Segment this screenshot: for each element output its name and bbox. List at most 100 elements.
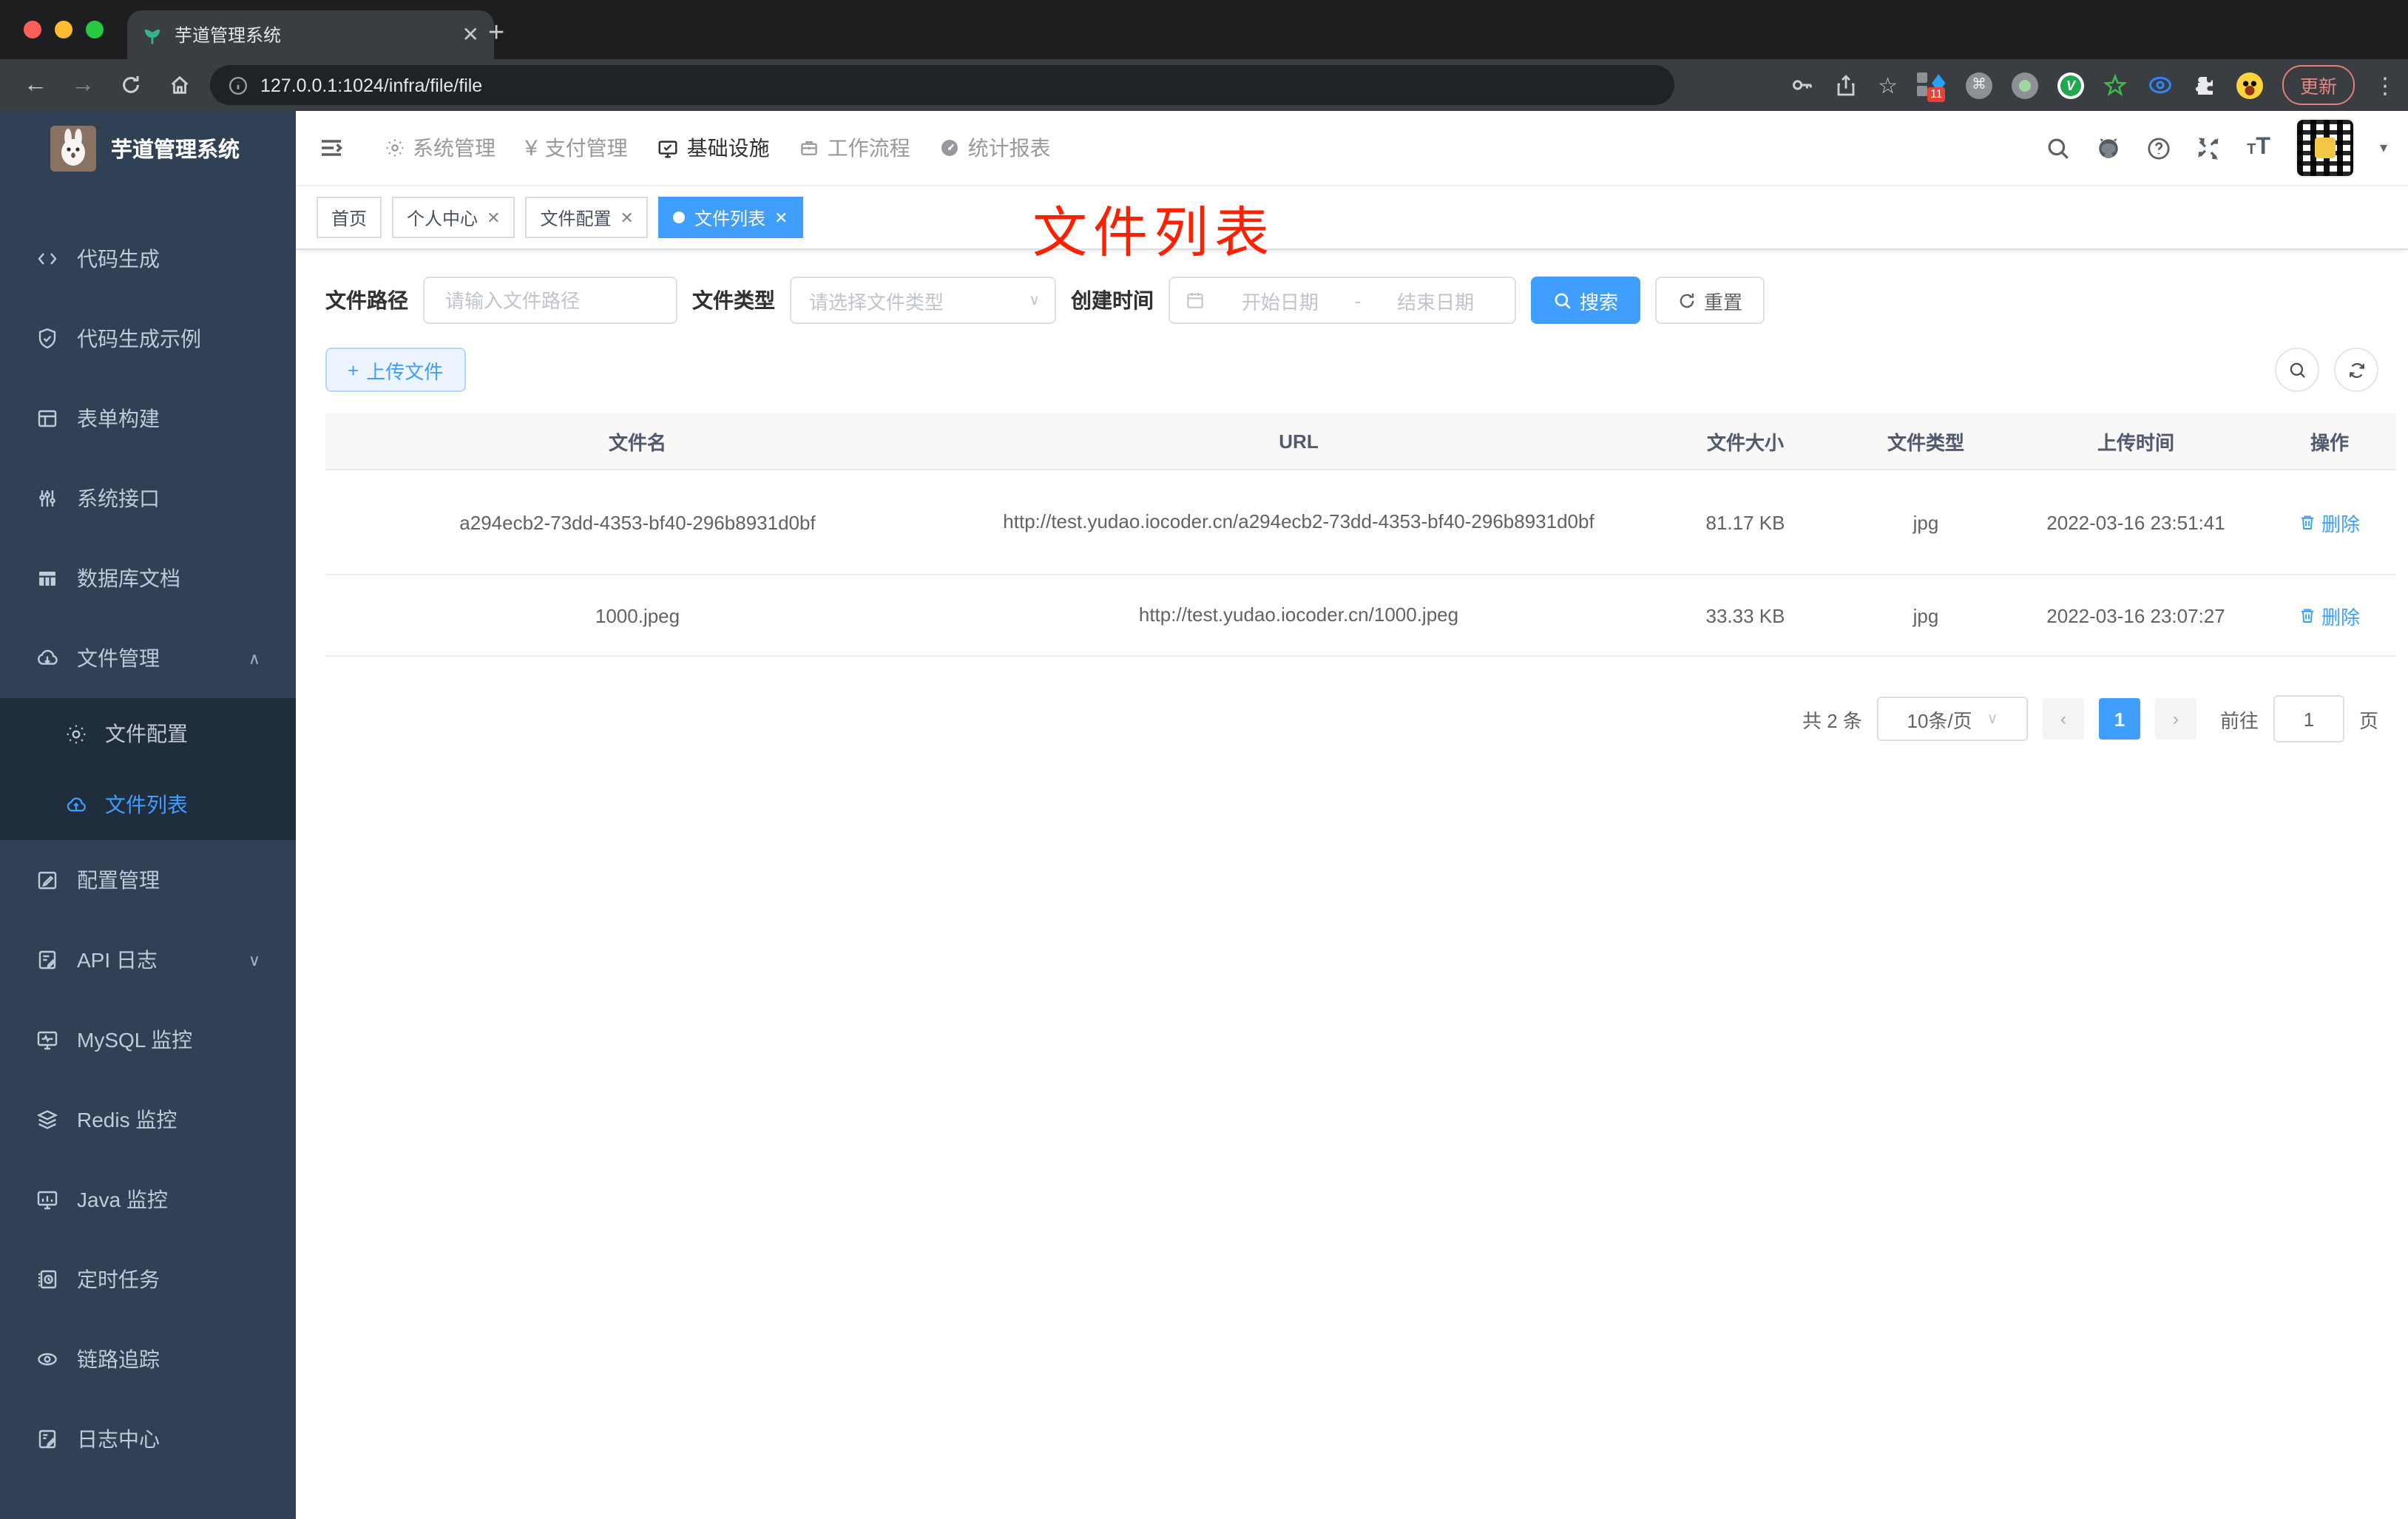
next-page-button[interactable]: › <box>2154 698 2196 740</box>
end-date-placeholder[interactable]: 结束日期 <box>1371 286 1500 314</box>
document-edit-icon <box>38 950 56 970</box>
tag-close-icon[interactable]: ✕ <box>620 208 634 227</box>
v-extension-icon[interactable]: V <box>2057 72 2084 98</box>
sidebar-item-db-doc[interactable]: 数据库文档 <box>0 538 296 618</box>
topnav-workflow[interactable]: 工作流程 <box>799 133 910 163</box>
sidebar-item-tracing[interactable]: 链路追踪 <box>0 1319 296 1399</box>
sidebar-item-scheduled-tasks[interactable]: 定时任务 <box>0 1239 296 1319</box>
font-size-icon[interactable]: TT <box>2247 135 2270 161</box>
window-controls[interactable] <box>24 21 104 38</box>
reset-button[interactable]: 重置 <box>1655 277 1765 324</box>
bookmark-star-icon[interactable]: ☆ <box>1878 72 1898 98</box>
fullscreen-icon[interactable] <box>2196 135 2222 160</box>
cell-url: http://test.yudao.iocoder.cn/a294ecb2-73… <box>950 470 1648 575</box>
delete-button[interactable]: 删除 <box>2299 601 2360 629</box>
browser-menu-icon[interactable]: ⋮ <box>2374 72 2396 98</box>
prev-page-button[interactable]: ‹ <box>2042 698 2084 740</box>
cell-actions: 删除 <box>2263 575 2396 657</box>
share-icon[interactable] <box>1833 72 1859 98</box>
cell-file-name: a294ecb2-73dd-4353-bf40-296b8931d0bf <box>325 470 950 575</box>
sidebar-logo[interactable]: 芋道管理系统 <box>0 111 296 185</box>
site-info-icon[interactable] <box>228 75 248 95</box>
tag-close-icon[interactable]: ✕ <box>774 208 788 227</box>
file-path-input-wrap <box>423 277 677 324</box>
sliders-icon <box>39 490 55 507</box>
address-bar[interactable]: 127.0.0.1:1024/infra/file/file <box>210 65 1674 105</box>
refresh-table-button[interactable] <box>2334 348 2378 392</box>
sidebar-item-label: 文件列表 <box>105 793 188 816</box>
file-path-input[interactable] <box>442 288 658 313</box>
command-extension-icon[interactable]: ⌘ <box>1965 72 1992 98</box>
goto-page-input[interactable] <box>2273 695 2344 742</box>
sidebar-item-system-api[interactable]: 系统接口 <box>0 459 296 538</box>
reload-icon[interactable] <box>118 72 143 98</box>
maximize-window-button[interactable] <box>86 21 104 38</box>
home-icon[interactable] <box>167 72 192 98</box>
forward-icon[interactable]: → <box>71 72 95 98</box>
tab-close-icon[interactable]: ✕ <box>462 22 479 47</box>
topnav-system-management[interactable]: 系统管理 <box>385 133 496 163</box>
page-1-button[interactable]: 1 <box>2098 698 2140 740</box>
sidebar-item-form-builder[interactable]: 表单构建 <box>0 379 296 459</box>
file-type-select[interactable]: 请选择文件类型 ∨ <box>790 277 1056 324</box>
browser-tab[interactable]: 芋道管理系统 ✕ <box>127 10 494 59</box>
help-icon[interactable] <box>2146 135 2171 160</box>
sidebar-item-log-center[interactable]: 日志中心 <box>0 1399 296 1479</box>
monitor-bars-icon <box>37 1191 58 1210</box>
puzzle-extension-icon[interactable] <box>2192 72 2217 98</box>
sidebar-item-java-monitor[interactable]: Java 监控 <box>0 1160 296 1239</box>
start-date-placeholder[interactable]: 开始日期 <box>1216 286 1345 314</box>
table-row: a294ecb2-73dd-4353-bf40-296b8931d0bf htt… <box>325 470 2396 575</box>
refresh-icon <box>2349 362 2364 377</box>
emoji-extension-icon[interactable] <box>2236 72 2263 98</box>
sidebar-item-label: 文件配置 <box>105 722 188 745</box>
password-key-icon[interactable] <box>1789 72 1814 98</box>
monitor-pulse-icon <box>37 1031 58 1050</box>
topnav-infrastructure[interactable]: 基础设施 <box>657 133 770 163</box>
avatar-dropdown-caret-icon[interactable]: ▾ <box>2380 140 2387 156</box>
minimize-window-button[interactable] <box>55 21 72 38</box>
dot-extension-icon[interactable] <box>2011 72 2038 98</box>
sidebar-item-code-generation[interactable]: 代码生成 <box>0 219 296 299</box>
tag-home[interactable]: 首页 <box>317 197 382 238</box>
user-avatar[interactable] <box>2295 118 2355 177</box>
sidebar-item-api-log[interactable]: API 日志 ∨ <box>0 920 296 1000</box>
yen-icon: ¥ <box>525 135 538 160</box>
tag-file-config[interactable]: 文件配置 ✕ <box>525 197 649 238</box>
search-icon <box>1555 292 1571 308</box>
calendar-icon <box>1187 293 1203 308</box>
search-button[interactable]: 搜索 <box>1531 277 1641 324</box>
delete-button[interactable]: 删除 <box>2299 508 2360 536</box>
tag-file-list[interactable]: 文件列表 ✕ <box>658 197 803 238</box>
update-button[interactable]: 更新 <box>2282 65 2355 105</box>
sidebar-item-file-config[interactable]: 文件配置 <box>0 698 296 769</box>
github-icon[interactable] <box>2096 135 2121 160</box>
back-icon[interactable]: ← <box>24 72 47 98</box>
sidebar-item-label: 数据库文档 <box>77 566 180 590</box>
topnav-statistics[interactable]: 统计报表 <box>940 133 1051 163</box>
date-range-picker[interactable]: 开始日期 - 结束日期 <box>1169 277 1516 324</box>
sidebar-item-redis-monitor[interactable]: Redis 监控 <box>0 1080 296 1160</box>
tag-close-icon[interactable]: ✕ <box>487 208 500 227</box>
log-edit-icon <box>38 1430 56 1449</box>
sidebar-item-mysql-monitor[interactable]: MySQL 监控 <box>0 1000 296 1080</box>
extension-grid-icon[interactable]: ◆ 11 <box>1916 67 1947 101</box>
sidebar-item-code-example[interactable]: 代码生成示例 <box>0 299 296 379</box>
sidebar-item-file-list[interactable]: 文件列表 <box>0 769 296 840</box>
sidebar-item-config-management[interactable]: 配置管理 <box>0 840 296 920</box>
star-extension-icon[interactable] <box>2103 72 2128 98</box>
upload-file-button[interactable]: + 上传文件 <box>325 348 466 392</box>
edit-square-icon <box>38 871 57 890</box>
sidebar-collapse-icon[interactable] <box>296 135 367 161</box>
cell-file-size: 81.17 KB <box>1648 470 1843 575</box>
header-search-icon[interactable] <box>2046 135 2071 160</box>
new-tab-button[interactable]: + <box>488 15 504 53</box>
layers-icon <box>36 1110 58 1129</box>
tag-profile[interactable]: 个人中心 ✕ <box>392 197 515 238</box>
eye-extension-icon[interactable] <box>2148 72 2173 98</box>
sidebar-item-file-management[interactable]: 文件管理 ∧ <box>0 618 296 698</box>
close-window-button[interactable] <box>24 21 41 38</box>
topnav-payment-management[interactable]: ¥ 支付管理 <box>525 133 628 163</box>
page-size-select[interactable]: 10条/页 ∨ <box>1876 697 2028 741</box>
toggle-search-button[interactable] <box>2275 348 2319 392</box>
